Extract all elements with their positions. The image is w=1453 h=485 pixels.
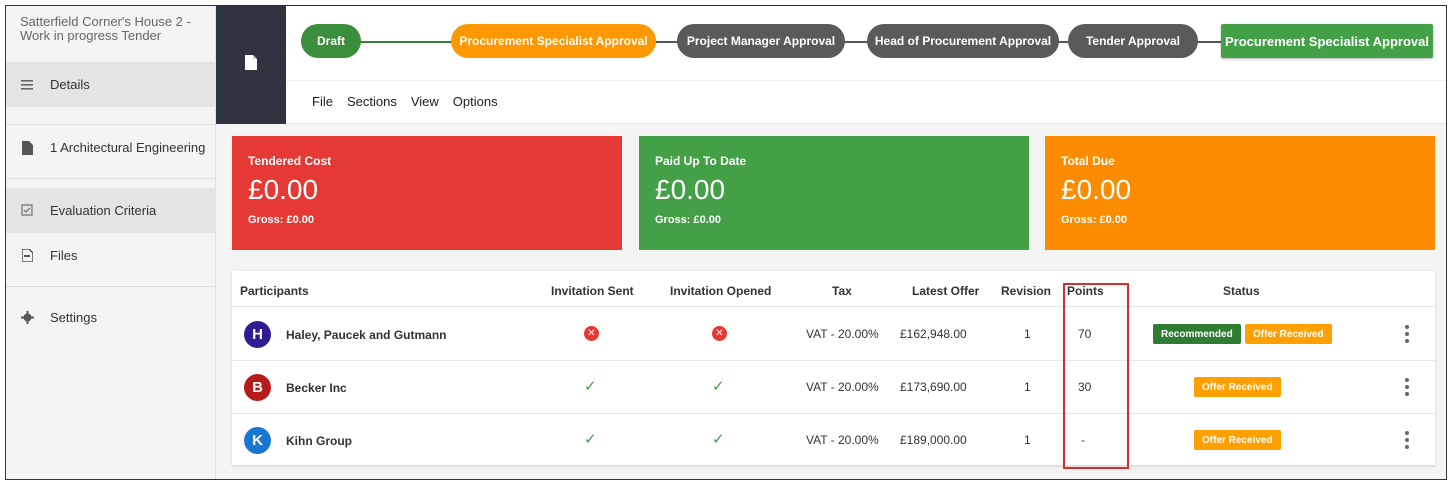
row-menu-icon[interactable] [1405, 431, 1409, 449]
sidebar-item-files[interactable]: Files [6, 233, 216, 278]
menu-bar: File Sections View Options [312, 94, 498, 109]
top-bar: Draft Procurement Specialist Approval Pr… [216, 6, 1446, 124]
tender-title: Satterfield Corner's House 2 - Work in p… [20, 14, 191, 43]
latest-offer-value: £173,690.00 [900, 380, 967, 394]
column-invitation-sent: Invitation Sent [551, 284, 634, 298]
divider [286, 80, 1446, 81]
approve-action-button[interactable]: Procurement Specialist Approval [1221, 24, 1433, 58]
total-due-card: Total Due £0.00 Gross: £0.00 [1045, 136, 1435, 250]
tax-value: VAT - 20.00% [806, 327, 879, 341]
sidebar-item-settings[interactable]: Settings [6, 295, 216, 340]
participant-name[interactable]: Kihn Group [286, 434, 352, 448]
invitation-opened-check-icon: ✓ [712, 431, 725, 448]
tax-value: VAT - 20.00% [806, 380, 879, 394]
document-type-panel [216, 6, 286, 124]
avatar: H [244, 321, 271, 348]
column-tax: Tax [832, 284, 852, 298]
table-row[interactable]: H Haley, Paucek and Gutmann ✕ ✕ VAT - 20… [232, 308, 1435, 361]
sidebar-item-evaluation-criteria[interactable]: Evaluation Criteria [6, 188, 216, 233]
workflow-step-tender-approval[interactable]: Tender Approval [1068, 24, 1198, 58]
card-gross: Gross: £0.00 [655, 214, 722, 226]
table-header: Participants Invitation Sent Invitation … [232, 271, 1435, 307]
participant-name[interactable]: Haley, Paucek and Gutmann [286, 328, 447, 342]
sidebar-item-label: Details [50, 77, 90, 92]
invitation-opened-check-icon: ✓ [712, 378, 725, 395]
participants-table: Participants Invitation Sent Invitation … [232, 271, 1435, 465]
app-window: Satterfield Corner's House 2 - Work in p… [5, 5, 1447, 480]
document-icon [245, 55, 257, 75]
avatar: B [244, 374, 271, 401]
status-badge-offer-received: Offer Received [1194, 430, 1281, 450]
card-title: Tendered Cost [248, 154, 332, 168]
card-title: Total Due [1061, 154, 1115, 168]
revision-value: 1 [1024, 327, 1031, 341]
card-value: £0.00 [655, 174, 726, 205]
invitation-sent-no-icon: ✕ [584, 326, 599, 341]
status-badge-offer-received: Offer Received [1194, 377, 1281, 397]
workflow-step-draft[interactable]: Draft [301, 24, 361, 58]
revision-value: 1 [1024, 433, 1031, 447]
menu-sections[interactable]: Sections [347, 94, 397, 109]
column-revision: Revision [1001, 284, 1052, 298]
paid-up-to-date-card: Paid Up To Date £0.00 Gross: £0.00 [639, 136, 1029, 250]
invitation-sent-check-icon: ✓ [584, 378, 597, 395]
participant-name[interactable]: Becker Inc [286, 381, 347, 395]
sidebar-item-architectural-engineering[interactable]: 1 Architectural Engineering [6, 125, 216, 170]
sidebar-item-label: Evaluation Criteria [50, 203, 157, 218]
latest-offer-value: £189,000.00 [900, 433, 967, 447]
card-value: £0.00 [248, 174, 319, 205]
latest-offer-value: £162,948.00 [900, 327, 967, 341]
row-menu-icon[interactable] [1405, 378, 1409, 396]
list-icon [20, 78, 34, 92]
checklist-icon [20, 204, 34, 218]
tendered-cost-card: Tendered Cost £0.00 Gross: £0.00 [232, 136, 622, 250]
sidebar-item-label: Settings [50, 310, 97, 325]
file-icon [20, 249, 34, 263]
tax-value: VAT - 20.00% [806, 433, 879, 447]
invitation-sent-check-icon: ✓ [584, 431, 597, 448]
workflow-step-project-manager[interactable]: Project Manager Approval [677, 24, 845, 58]
sidebar-item-details[interactable]: Details [6, 62, 216, 107]
card-gross: Gross: £0.00 [1061, 214, 1128, 226]
workflow-connector [351, 41, 466, 43]
menu-view[interactable]: View [411, 94, 439, 109]
card-gross: Gross: £0.00 [248, 214, 315, 226]
approval-workflow: Draft Procurement Specialist Approval Pr… [301, 24, 1436, 58]
workflow-step-procurement-specialist[interactable]: Procurement Specialist Approval [451, 24, 656, 58]
invitation-opened-no-icon: ✕ [712, 326, 727, 341]
card-value: £0.00 [1061, 174, 1132, 205]
column-participants: Participants [240, 284, 309, 298]
card-title: Paid Up To Date [655, 154, 747, 168]
table-row[interactable]: K Kihn Group ✓ ✓ VAT - 20.00% £189,000.0… [232, 414, 1435, 467]
sidebar-item-label: 1 Architectural Engineering [50, 140, 206, 155]
status-badge-recommended: Recommended [1153, 324, 1241, 344]
sidebar: Satterfield Corner's House 2 - Work in p… [6, 6, 216, 479]
menu-options[interactable]: Options [453, 94, 498, 109]
revision-value: 1 [1024, 380, 1031, 394]
divider [6, 178, 216, 179]
points-value: 70 [1078, 327, 1092, 341]
document-icon [20, 140, 34, 155]
column-invitation-opened: Invitation Opened [670, 284, 772, 298]
points-value: - [1081, 433, 1085, 447]
avatar: K [244, 427, 271, 454]
menu-file[interactable]: File [312, 94, 333, 109]
workflow-step-head-of-procurement[interactable]: Head of Procurement Approval [867, 24, 1059, 58]
divider [6, 286, 216, 287]
points-value: 30 [1078, 380, 1092, 394]
column-status: Status [1223, 284, 1260, 298]
column-points: Points [1067, 284, 1104, 298]
row-menu-icon[interactable] [1405, 325, 1409, 343]
gear-icon [20, 311, 34, 325]
column-latest-offer: Latest Offer [912, 284, 980, 298]
table-row[interactable]: B Becker Inc ✓ ✓ VAT - 20.00% £173,690.0… [232, 361, 1435, 414]
status-badge-offer-received: Offer Received [1245, 324, 1332, 344]
sidebar-item-label: Files [50, 248, 78, 263]
